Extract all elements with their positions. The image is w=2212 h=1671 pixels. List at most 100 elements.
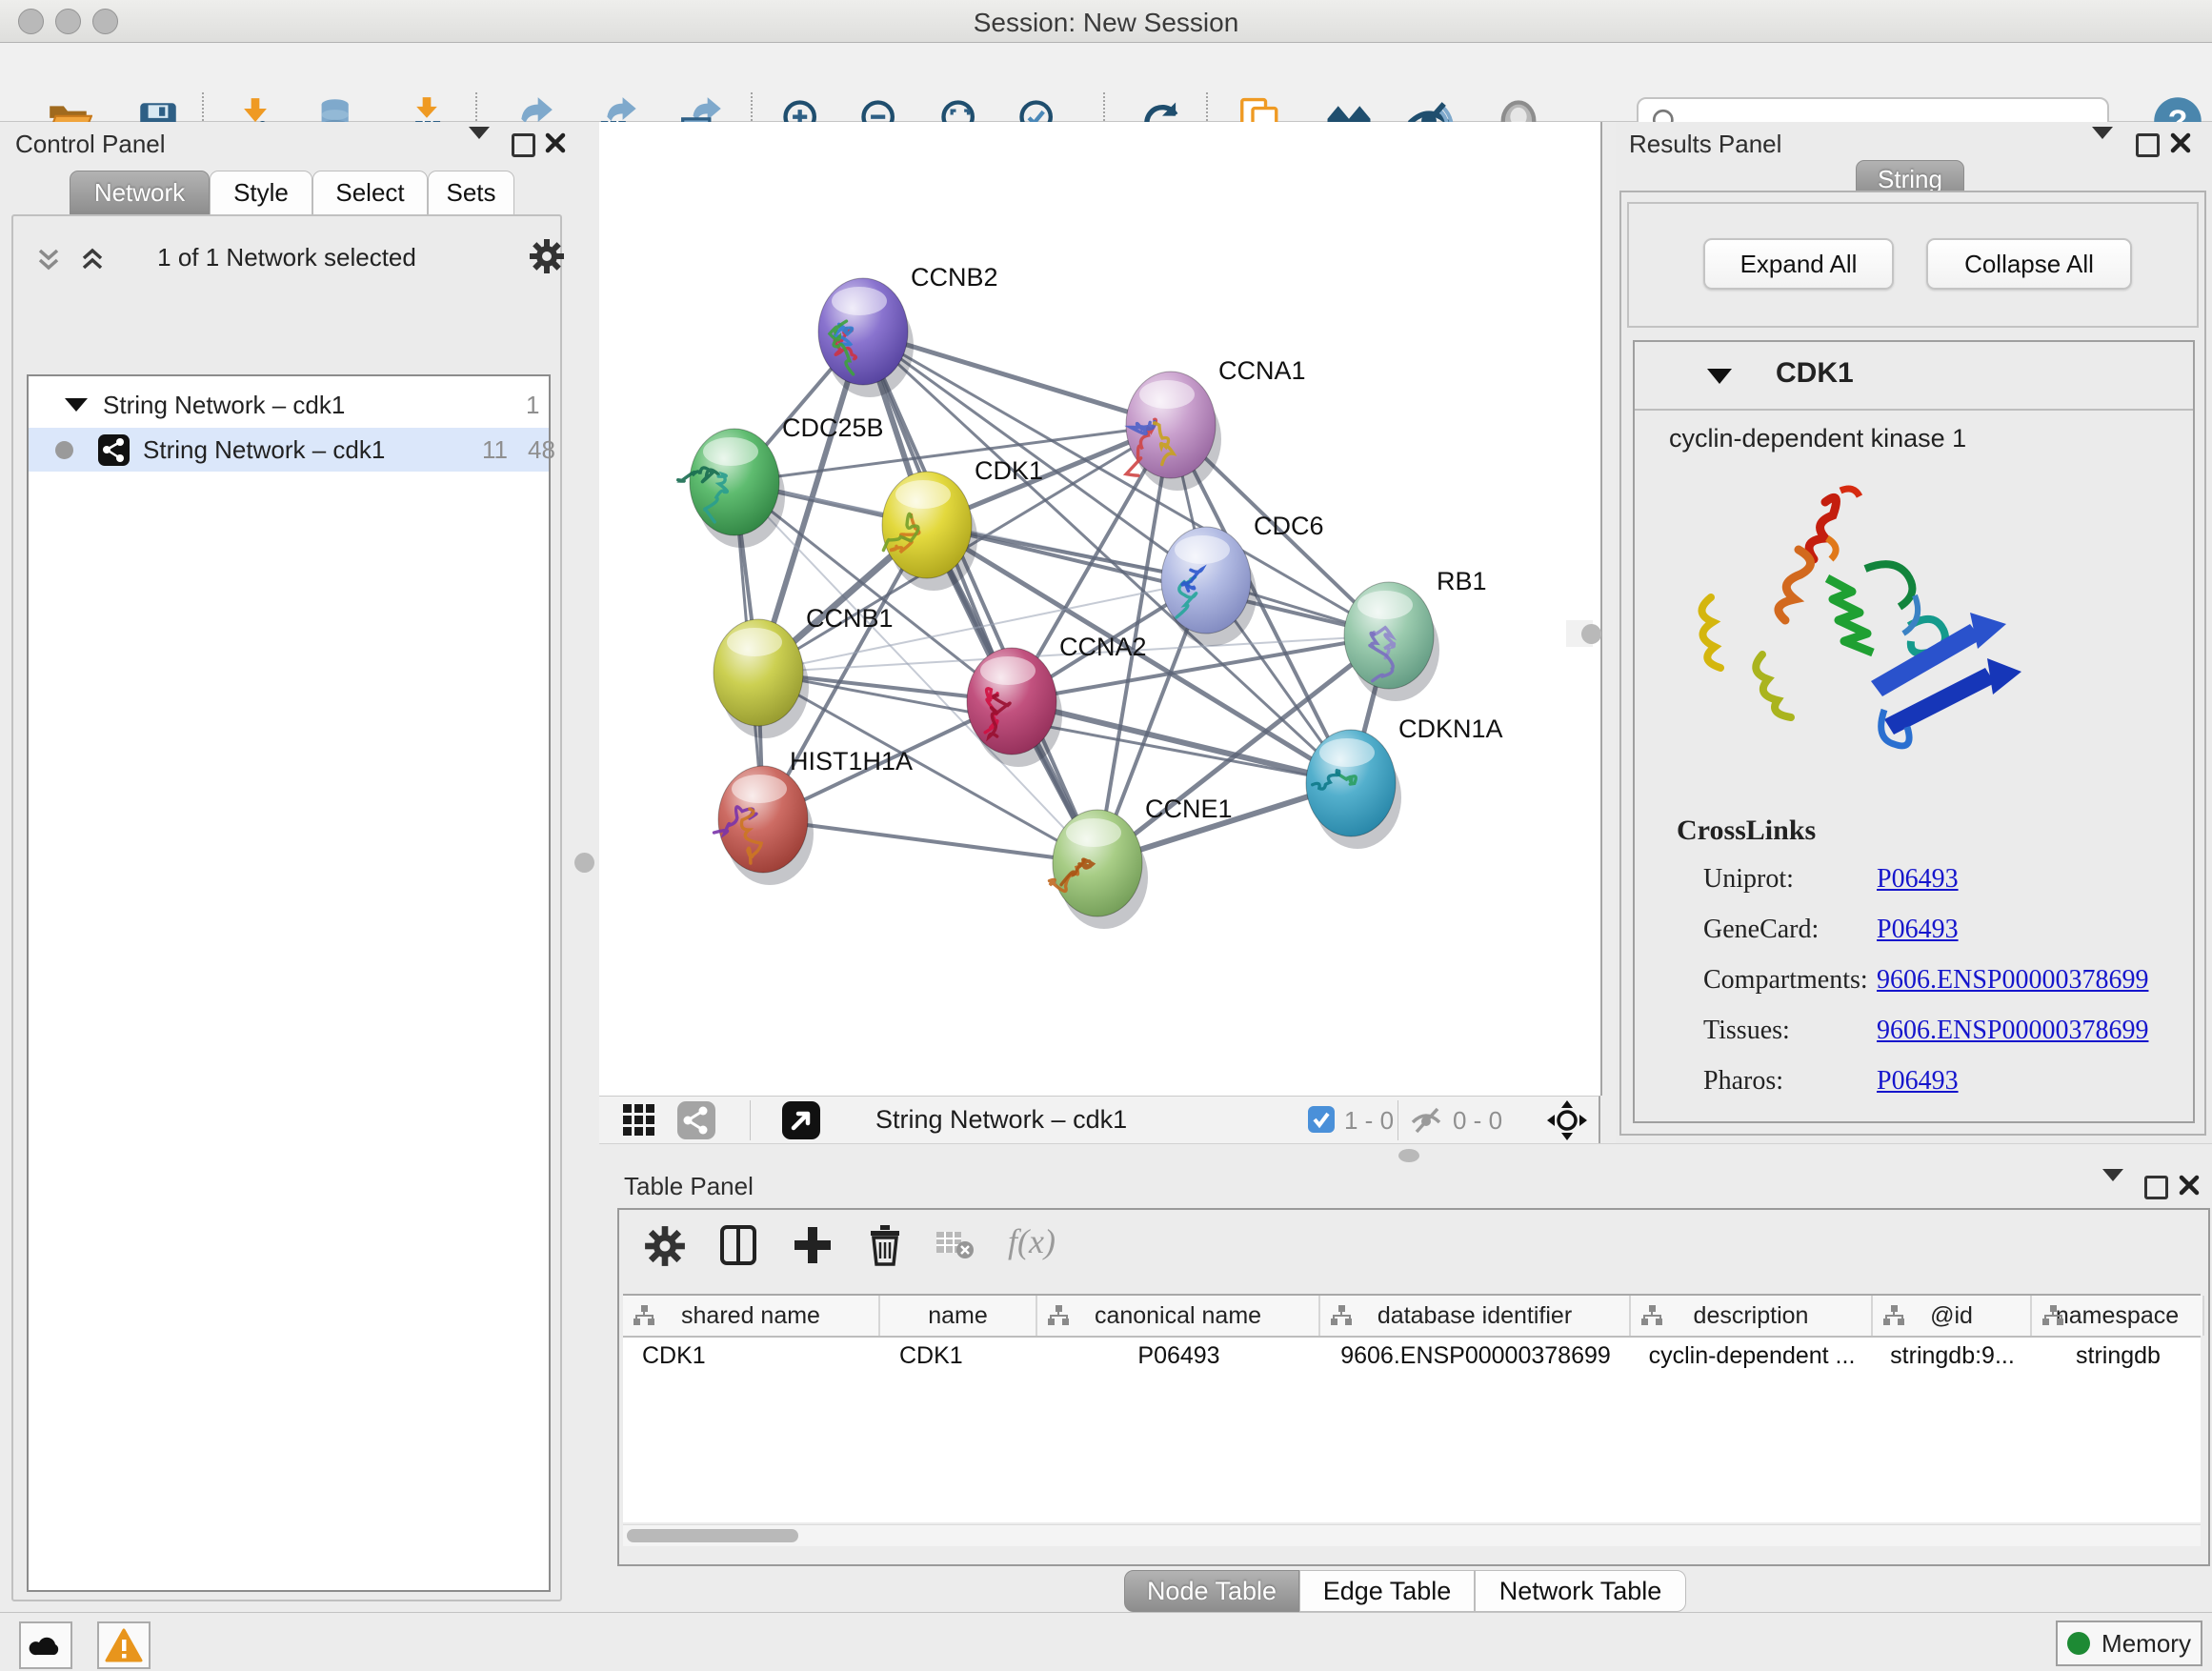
show-columns-icon[interactable] bbox=[716, 1223, 760, 1267]
table-panel-float-icon[interactable] bbox=[2144, 1176, 2168, 1199]
network-collection-row[interactable]: String Network – cdk1 1 bbox=[29, 384, 549, 426]
divider bbox=[1635, 409, 2193, 411]
table-settings-gear-icon[interactable] bbox=[644, 1225, 686, 1267]
crosslink-value-link[interactable]: 9606.ENSP00000378699 bbox=[1877, 1016, 2148, 1046]
table-cell[interactable]: CDK1 bbox=[623, 1336, 880, 1376]
node-label-CCNB2: CCNB2 bbox=[911, 263, 998, 292]
table-hscrollbar-thumb[interactable] bbox=[627, 1529, 798, 1542]
tab-sets[interactable]: Sets bbox=[428, 171, 514, 215]
table-panel-menu-icon[interactable] bbox=[2102, 1181, 2123, 1198]
string-network-graph[interactable]: CCNB2CCNA1CDC25BCDK1CDC6RB1CCNB1CCNA2CDK… bbox=[599, 122, 1600, 1096]
tab-node-table[interactable]: Node Table bbox=[1124, 1570, 1299, 1612]
network-edge[interactable] bbox=[927, 525, 1389, 635]
gene-section-collapse-icon[interactable] bbox=[1707, 369, 1732, 384]
left-divider-handle[interactable] bbox=[574, 853, 594, 873]
warning-status-button[interactable] bbox=[97, 1621, 151, 1669]
tab-select[interactable]: Select bbox=[312, 171, 428, 215]
column-header-shared-name[interactable]: shared name bbox=[623, 1296, 880, 1336]
network-edge[interactable] bbox=[763, 819, 1097, 863]
control-panel-float-icon[interactable] bbox=[512, 133, 535, 157]
tab-network[interactable]: Network bbox=[70, 171, 210, 215]
control-panel-close-icon[interactable] bbox=[545, 132, 566, 153]
crosslink-row: Uniprot:P06493 bbox=[1703, 864, 2180, 895]
column-header-label: description bbox=[1694, 1302, 1809, 1330]
network-row-selected[interactable]: String Network – cdk1 11 48 bbox=[29, 428, 549, 472]
control-panel-menu-icon[interactable] bbox=[469, 139, 490, 156]
network-canvas[interactable]: CCNB2CCNA1CDC25BCDK1CDC6RB1CCNB1CCNA2CDK… bbox=[599, 122, 1602, 1096]
network-node-CCNB2[interactable] bbox=[818, 278, 914, 397]
results-panel-menu-icon[interactable] bbox=[2092, 139, 2113, 156]
network-node-CCNE1[interactable] bbox=[1050, 810, 1149, 929]
network-node-CCNA2[interactable] bbox=[967, 648, 1062, 767]
table-panel-close-icon[interactable] bbox=[2179, 1175, 2200, 1196]
network-node-CCNA1[interactable] bbox=[1126, 372, 1221, 491]
right-divider-handle[interactable] bbox=[1581, 624, 1601, 644]
table-splitter-handle[interactable] bbox=[1398, 1149, 1419, 1162]
memory-button[interactable]: Memory bbox=[2056, 1621, 2202, 1666]
protein-structure-image bbox=[1682, 475, 2063, 790]
column-header-name[interactable]: name bbox=[880, 1296, 1037, 1336]
collapse-all-button[interactable]: Collapse All bbox=[1926, 238, 2132, 290]
selected-checkbox-icon[interactable] bbox=[1308, 1106, 1335, 1133]
table-cell[interactable]: P06493 bbox=[1037, 1336, 1320, 1376]
pan-crosshair-icon[interactable] bbox=[1546, 1099, 1588, 1141]
results-panel: Results Panel String Expand All Collapse… bbox=[1616, 122, 2212, 1143]
network-node-HIST1H1A[interactable] bbox=[714, 766, 814, 885]
node-label-CCNB1: CCNB1 bbox=[806, 604, 894, 633]
hidden-eye-slash-icon[interactable] bbox=[1409, 1105, 1443, 1136]
network-edge[interactable] bbox=[863, 332, 1097, 863]
crosslink-value-link[interactable]: P06493 bbox=[1877, 1066, 1959, 1097]
crosslink-value-link[interactable]: 9606.ENSP00000378699 bbox=[1877, 965, 2148, 996]
column-header-namespace[interactable]: namespace bbox=[2032, 1296, 2204, 1336]
column-header-description[interactable]: description bbox=[1631, 1296, 1873, 1336]
delete-column-trash-icon[interactable] bbox=[863, 1223, 907, 1267]
table-cell[interactable]: stringdb bbox=[2032, 1336, 2204, 1376]
network-options-gear-icon[interactable] bbox=[528, 237, 566, 275]
title-bar: Session: New Session bbox=[0, 0, 2212, 43]
cloud-status-button[interactable] bbox=[19, 1621, 72, 1669]
network-view-toolbar: String Network – cdk1 1 - 0 0 - 0 bbox=[599, 1096, 1600, 1143]
grid-view-icon[interactable] bbox=[622, 1103, 656, 1137]
tab-network-table[interactable]: Network Table bbox=[1475, 1570, 1686, 1612]
network-node-CDKN1A[interactable] bbox=[1306, 730, 1401, 849]
results-panel-close-icon[interactable] bbox=[2170, 132, 2191, 153]
column-header--id[interactable]: @id bbox=[1873, 1296, 2032, 1336]
network-node-CDC25B[interactable] bbox=[678, 429, 785, 548]
crosslink-label: Compartments: bbox=[1703, 965, 1868, 995]
network-selection-status: 1 of 1 Network selected bbox=[13, 243, 560, 272]
results-panel-float-icon[interactable] bbox=[2136, 133, 2160, 157]
expand-all-button[interactable]: Expand All bbox=[1703, 238, 1894, 290]
column-header-database-identifier[interactable]: database identifier bbox=[1320, 1296, 1631, 1336]
control-panel: Control Panel NetworkStyleSelectSets 1 o… bbox=[0, 122, 570, 1612]
network-tab-content: 1 of 1 Network selected String Network –… bbox=[11, 214, 562, 1601]
node-label-CDC6: CDC6 bbox=[1254, 512, 1324, 540]
collection-expand-icon[interactable] bbox=[65, 398, 88, 412]
table-cell[interactable]: 9606.ENSP00000378699 bbox=[1320, 1336, 1631, 1376]
network-node-CDC6[interactable] bbox=[1161, 527, 1257, 646]
table-cell[interactable]: stringdb:9... bbox=[1873, 1336, 2032, 1376]
birdseye-view-icon[interactable] bbox=[782, 1101, 820, 1139]
network-node-CDK1[interactable] bbox=[882, 472, 977, 591]
network-view-title: String Network – cdk1 bbox=[875, 1105, 1127, 1135]
table-hscrollbar-track[interactable] bbox=[623, 1524, 2201, 1546]
collection-count: 1 bbox=[526, 391, 539, 420]
column-header-canonical-name[interactable]: canonical name bbox=[1037, 1296, 1320, 1336]
crosslink-value-link[interactable]: P06493 bbox=[1877, 915, 1959, 945]
status-bar: Memory bbox=[0, 1612, 2212, 1671]
column-header-label: canonical name bbox=[1095, 1302, 1261, 1330]
string-view-icon[interactable] bbox=[677, 1101, 715, 1139]
network-view-dot-icon bbox=[55, 441, 73, 459]
create-column-icon[interactable] bbox=[791, 1223, 835, 1267]
network-column-icon bbox=[633, 1304, 655, 1327]
tab-edge-table[interactable]: Edge Table bbox=[1299, 1570, 1475, 1612]
table-panel-title: Table Panel bbox=[624, 1172, 754, 1201]
table-cell[interactable]: CDK1 bbox=[880, 1336, 1037, 1376]
table-cell[interactable]: cyclin-dependent ... bbox=[1631, 1336, 1873, 1376]
crosslink-label: GeneCard: bbox=[1703, 915, 1819, 944]
network-label: String Network – cdk1 bbox=[143, 435, 385, 465]
string-network-icon bbox=[98, 434, 130, 466]
network-node-RB1[interactable] bbox=[1344, 582, 1439, 701]
crosslink-value-link[interactable]: P06493 bbox=[1877, 864, 1959, 895]
tab-style[interactable]: Style bbox=[210, 171, 312, 215]
network-column-icon bbox=[1047, 1304, 1070, 1327]
